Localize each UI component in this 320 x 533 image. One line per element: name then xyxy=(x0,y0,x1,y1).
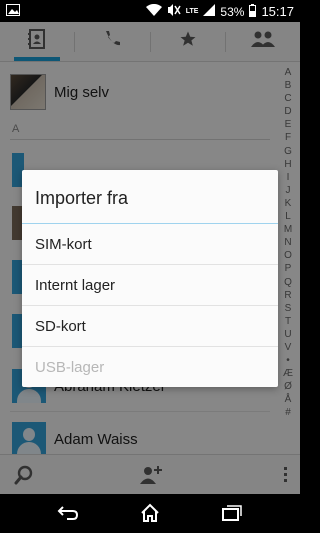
contacts-app: Mig selv A Abraham Kletzel Adam Waiss AB… xyxy=(0,22,300,494)
import-dialog: Importer fra SIM-kort Internt lager SD-k… xyxy=(22,170,278,387)
option-sd-card[interactable]: SD-kort xyxy=(22,306,278,347)
battery-icon xyxy=(249,3,257,20)
battery-percent: 53% xyxy=(220,4,245,19)
recent-apps-icon[interactable] xyxy=(222,505,242,526)
signal-icon xyxy=(203,4,216,19)
option-sim-card[interactable]: SIM-kort xyxy=(22,224,278,265)
dialog-title: Importer fra xyxy=(35,188,129,208)
status-bar: LTE 53% 15:17 xyxy=(0,0,300,22)
back-icon[interactable] xyxy=(57,505,79,526)
clock: 15:17 xyxy=(261,4,294,19)
wifi-icon xyxy=(145,3,162,19)
network-type-label: LTE xyxy=(185,8,199,15)
gallery-notification-icon xyxy=(6,4,20,19)
home-icon[interactable] xyxy=(140,503,160,528)
navigation-bar xyxy=(0,494,300,533)
option-internal-storage[interactable]: Internt lager xyxy=(22,265,278,306)
mute-icon xyxy=(167,3,181,20)
option-usb-storage: USB-lager xyxy=(35,359,105,376)
